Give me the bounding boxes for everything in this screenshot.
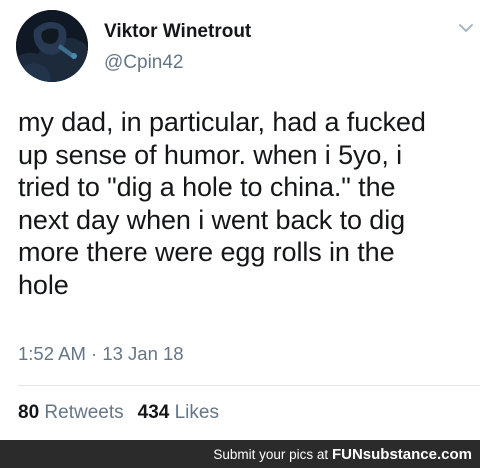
brand-com: .com	[436, 446, 472, 463]
user-handle[interactable]: @Cpin42	[104, 52, 184, 74]
tweet-stats: 80 Retweets 434 Likes	[18, 402, 219, 424]
likes-count: 434	[137, 402, 170, 423]
tweet-text-line: tried to "dig a hole to china." the	[18, 172, 396, 202]
divider	[18, 385, 480, 386]
tweet-text-line: my dad, in particular, had a fucked	[18, 107, 426, 137]
display-name[interactable]: Viktor Winetrout	[104, 21, 251, 43]
tweet-text-line: hole	[18, 269, 69, 300]
tweet-text-line: more there were egg rolls in the	[18, 237, 395, 267]
site-brand[interactable]: FUNsubstance.com	[332, 446, 472, 463]
tweet-text: my dad, in particular, had a fucked up s…	[18, 106, 474, 301]
profile-avatar[interactable]	[16, 10, 88, 82]
footer-text: Submit your pics at FUNsubstance.com	[213, 446, 472, 463]
retweets-stat[interactable]: 80 Retweets	[18, 402, 124, 423]
tweet-text-line: up sense of humor. when i 5yo, i	[18, 139, 403, 170]
tweet-timestamp[interactable]: 1:52 AM · 13 Jan 18	[18, 343, 184, 365]
footer-caption: Submit your pics at	[213, 447, 329, 462]
likes-stat[interactable]: 434 Likes	[138, 402, 219, 423]
brand-fun: FUN	[331, 446, 363, 463]
watermark-footer: Submit your pics at FUNsubstance.com	[0, 440, 480, 468]
retweets-label: Retweets	[44, 402, 124, 423]
avatar-image	[16, 10, 88, 82]
tweet-text-line: next day when i went back to dig	[18, 204, 406, 235]
tweet-card: Viktor Winetrout @Cpin42 my dad, in part…	[0, 0, 480, 440]
brand-substance: substance	[362, 446, 437, 463]
likes-label: Likes	[174, 402, 219, 423]
retweets-count: 80	[18, 402, 40, 423]
chevron-down-icon[interactable]	[458, 22, 474, 34]
